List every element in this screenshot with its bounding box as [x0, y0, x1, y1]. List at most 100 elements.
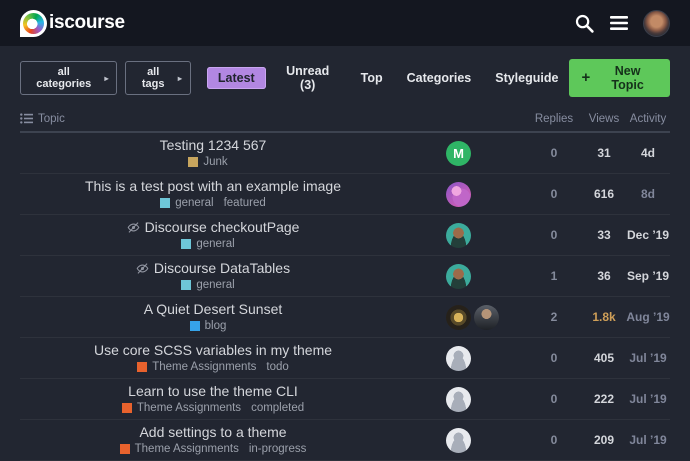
user-avatar[interactable]: [446, 387, 471, 412]
category-name: general: [196, 238, 234, 250]
topic-list: Topic Replies Views Activity Testing 123…: [20, 106, 670, 461]
category-color-square: [188, 157, 198, 167]
column-header-topic[interactable]: Topic: [20, 113, 406, 125]
category-filter-label: all categories: [29, 66, 98, 90]
category-name: Theme Assignments: [137, 402, 241, 414]
category-badge[interactable]: Theme Assignments: [120, 443, 239, 455]
user-avatar[interactable]: [446, 305, 471, 330]
topic-meta: Theme Assignments in-progress: [120, 443, 307, 455]
tab-top[interactable]: Top: [350, 67, 394, 89]
topic-title-link[interactable]: Testing 1234 567: [160, 138, 267, 153]
user-avatar[interactable]: [446, 264, 471, 289]
topic-title-link[interactable]: Add settings to a theme: [139, 425, 286, 440]
views-count: 33: [582, 228, 626, 242]
eye-slash-icon: [127, 221, 140, 234]
table-row: Use core SCSS variables in my theme Them…: [20, 338, 670, 379]
topic-title: A Quiet Desert Sunset: [144, 302, 283, 317]
category-badge[interactable]: general: [181, 238, 234, 250]
category-color-square: [122, 403, 132, 413]
topic-title-link[interactable]: Discourse DataTables: [136, 261, 290, 276]
category-badge[interactable]: Theme Assignments: [122, 402, 241, 414]
category-name: general: [175, 197, 213, 209]
tag-filter-dropdown[interactable]: all tags ▸: [125, 61, 190, 95]
category-badge[interactable]: blog: [190, 320, 227, 332]
column-header-replies[interactable]: Replies: [526, 113, 582, 125]
column-header-activity[interactable]: Activity: [626, 113, 670, 125]
discourse-logo-icon: [20, 10, 47, 37]
topic-title-link[interactable]: A Quiet Desert Sunset: [144, 302, 283, 317]
user-avatar[interactable]: M: [446, 141, 471, 166]
topic-title: Add settings to a theme: [139, 425, 286, 440]
replies-count: 1: [526, 269, 582, 283]
topic-tag[interactable]: todo: [266, 361, 288, 373]
topic-tag[interactable]: featured: [224, 197, 266, 209]
topic-meta: Junk: [188, 156, 237, 168]
posters-cell: [406, 264, 526, 289]
topic-tags: completed: [251, 402, 304, 414]
posters-cell: M: [406, 141, 526, 166]
category-color-square: [190, 321, 200, 331]
list-icon: [20, 113, 33, 124]
activity-date[interactable]: Sep ’19: [626, 269, 670, 283]
topic-list-header: Topic Replies Views Activity: [20, 106, 670, 133]
topic-title-link[interactable]: Discourse checkoutPage: [127, 220, 300, 235]
topic-tags: featured: [224, 197, 266, 209]
topic-title: Discourse DataTables: [154, 261, 290, 276]
topic-tag[interactable]: completed: [251, 402, 304, 414]
tab-latest[interactable]: Latest: [207, 67, 266, 89]
topic-cell: Discourse DataTables general: [20, 261, 406, 291]
user-avatar[interactable]: [446, 428, 471, 453]
topic-title: Discourse checkoutPage: [145, 220, 300, 235]
posters-cell: [406, 346, 526, 371]
activity-date[interactable]: 4d: [626, 146, 670, 160]
hamburger-menu-icon[interactable]: [610, 15, 628, 31]
topic-header-label: Topic: [38, 113, 65, 125]
activity-date[interactable]: Jul ’19: [626, 392, 670, 406]
category-name: blog: [205, 320, 227, 332]
activity-date[interactable]: Dec ’19: [626, 228, 670, 242]
plus-icon: +: [581, 73, 590, 83]
user-avatar[interactable]: [446, 223, 471, 248]
topic-cell: Learn to use the theme CLI Theme Assignm…: [20, 384, 406, 414]
header-actions: [574, 10, 670, 37]
search-icon[interactable]: [574, 13, 595, 34]
new-topic-button[interactable]: + New Topic: [569, 59, 670, 97]
topic-title-link[interactable]: This is a test post with an example imag…: [85, 179, 341, 194]
column-header-views[interactable]: Views: [582, 113, 626, 125]
views-count: 31: [582, 146, 626, 160]
discourse-logo[interactable]: iscourse: [20, 10, 125, 37]
chevron-right-icon: ▸: [178, 74, 182, 83]
posters-cell: [406, 223, 526, 248]
tab-styleguide[interactable]: Styleguide: [484, 67, 569, 89]
topic-cell: A Quiet Desert Sunset blog: [20, 302, 406, 332]
category-badge[interactable]: general: [160, 197, 213, 209]
category-filter-dropdown[interactable]: all categories ▸: [20, 61, 117, 95]
topic-title-link[interactable]: Use core SCSS variables in my theme: [94, 343, 332, 358]
user-avatar[interactable]: [446, 182, 471, 207]
topic-meta: blog: [190, 320, 237, 332]
category-name: Theme Assignments: [135, 443, 239, 455]
topic-title-link[interactable]: Learn to use the theme CLI: [128, 384, 298, 399]
tab-unread[interactable]: Unread (3): [268, 60, 348, 96]
activity-date[interactable]: Jul ’19: [626, 433, 670, 447]
user-avatar[interactable]: [474, 305, 499, 330]
category-badge[interactable]: general: [181, 279, 234, 291]
topic-meta: Theme Assignments completed: [122, 402, 304, 414]
category-color-square: [181, 280, 191, 290]
topic-title: This is a test post with an example imag…: [85, 179, 341, 194]
tab-categories[interactable]: Categories: [396, 67, 483, 89]
views-count: 405: [582, 351, 626, 365]
activity-date[interactable]: Jul ’19: [626, 351, 670, 365]
replies-count: 0: [526, 146, 582, 160]
user-profile-avatar[interactable]: [643, 10, 670, 37]
category-badge[interactable]: Theme Assignments: [137, 361, 256, 373]
topic-tag[interactable]: in-progress: [249, 443, 307, 455]
table-row: This is a test post with an example imag…: [20, 174, 670, 215]
replies-count: 0: [526, 392, 582, 406]
category-badge[interactable]: Junk: [188, 156, 227, 168]
category-color-square: [181, 239, 191, 249]
user-avatar[interactable]: [446, 346, 471, 371]
activity-date[interactable]: Aug ’19: [626, 310, 670, 324]
activity-date[interactable]: 8d: [626, 187, 670, 201]
topic-meta: general: [181, 238, 244, 250]
